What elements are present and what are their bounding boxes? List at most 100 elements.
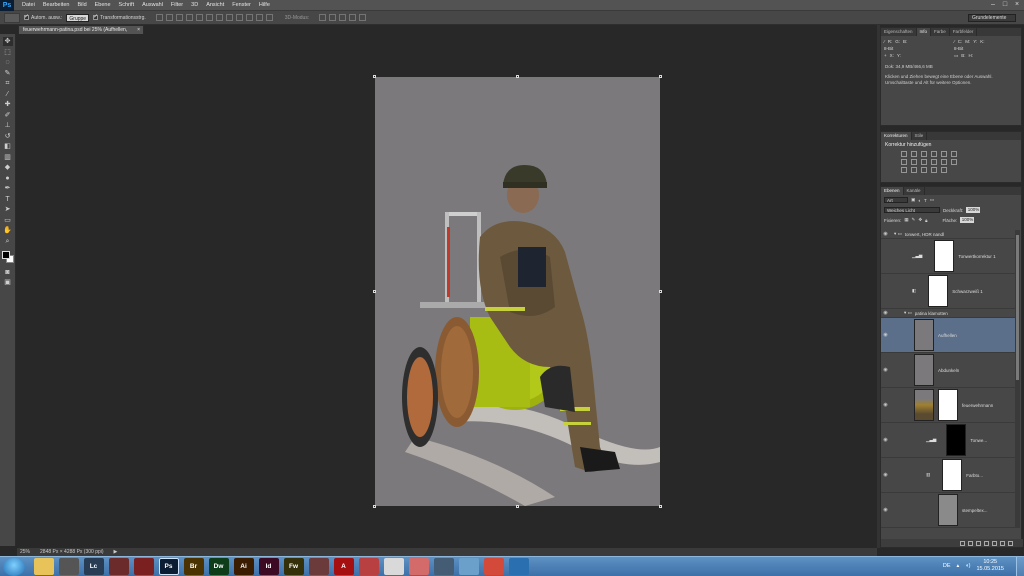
layer-style-icon[interactable] <box>968 540 973 546</box>
taskbar-lightroom-icon[interactable]: Lc <box>83 558 104 575</box>
taskbar-indesign-icon[interactable]: Id <box>258 558 279 575</box>
taskbar-explorer-icon[interactable] <box>33 558 54 575</box>
distribute-top-icon[interactable] <box>215 14 223 21</box>
add-mask-icon[interactable] <box>976 540 981 546</box>
distribute-vcenter-icon[interactable] <box>225 14 233 21</box>
balance-icon[interactable] <box>911 159 917 165</box>
layer-row[interactable]: ◉ ▥ Farbto... <box>881 458 1016 493</box>
layer-kind-filter[interactable]: Art <box>884 197 908 203</box>
pen-tool-icon[interactable]: ✒ <box>3 184 13 193</box>
dodge-tool-icon[interactable]: ● <box>3 174 13 183</box>
auto-select-dropdown[interactable]: Gruppe <box>66 13 90 22</box>
transform-handle-bl[interactable] <box>373 505 376 508</box>
lock-move-icon[interactable]: ✥ <box>918 217 922 223</box>
menu-file[interactable]: Datei <box>18 2 39 8</box>
layer-row[interactable]: ◉ ▾ ▭ tonwert, HDR nandl <box>881 230 1016 239</box>
visibility-eye-icon[interactable]: ◉ <box>881 231 890 237</box>
transform-handle-tl[interactable] <box>373 75 376 78</box>
taskbar-photoshop-icon[interactable]: Ps <box>158 558 179 575</box>
language-indicator[interactable]: DE <box>943 563 951 569</box>
visibility-eye-icon[interactable]: ◉ <box>881 310 890 316</box>
hue-icon[interactable] <box>901 159 907 165</box>
layer-row[interactable]: ◉ feuerwehrmann <box>881 388 1016 423</box>
trash-icon[interactable] <box>1008 540 1013 546</box>
minimize-icon[interactable]: – <box>988 1 998 9</box>
layer-row[interactable]: ▁▃▅ Tonwertkorrektur 1 <box>881 239 1016 274</box>
tab-color[interactable]: Farbe <box>931 28 950 36</box>
show-desktop-button[interactable] <box>1016 557 1024 576</box>
document-canvas[interactable] <box>373 75 662 508</box>
menu-filter[interactable]: Filter <box>167 2 187 8</box>
curves-icon[interactable] <box>921 151 927 157</box>
hand-tool-icon[interactable]: ✋ <box>3 226 13 235</box>
exposure-icon[interactable] <box>931 151 937 157</box>
taskbar-monitor-icon[interactable] <box>433 558 454 575</box>
taskbar-chrome-icon[interactable] <box>483 558 504 575</box>
taskbar-misc6-icon[interactable] <box>408 558 429 575</box>
visibility-eye-icon[interactable]: ◉ <box>881 402 890 408</box>
gradient-map-icon[interactable] <box>941 167 947 173</box>
align-left-icon[interactable] <box>185 14 193 21</box>
quick-select-tool-icon[interactable]: ✎ <box>3 69 13 78</box>
path-select-tool-icon[interactable]: ➤ <box>3 205 13 214</box>
distribute-right-icon[interactable] <box>265 14 273 21</box>
tab-close-icon[interactable]: × <box>137 26 140 34</box>
zoom-level[interactable]: 25% <box>20 549 30 555</box>
lookup-icon[interactable] <box>951 159 957 165</box>
brush-tool-icon[interactable]: ✐ <box>3 111 13 120</box>
lock-all-icon[interactable]: 🔒︎ <box>925 218 927 223</box>
visibility-eye-icon[interactable]: ◉ <box>881 367 890 373</box>
visibility-eye-icon[interactable]: ◉ <box>881 332 890 338</box>
clock[interactable]: 10:25 15.05.2015 <box>976 559 1004 573</box>
bw-icon[interactable] <box>921 159 927 165</box>
marquee-tool-icon[interactable]: ⬚ <box>3 48 13 57</box>
move-tool-icon[interactable]: ✥ <box>2 37 13 46</box>
menu-type[interactable]: Schrift <box>115 2 139 8</box>
menu-help[interactable]: Hilfe <box>255 2 274 8</box>
layer-row[interactable]: ◉ ▾ ▭ patina klamotten <box>881 309 1016 318</box>
canvas-area[interactable] <box>17 34 877 546</box>
vibrance-icon[interactable] <box>941 151 947 157</box>
gradient-tool-icon[interactable]: ▥ <box>3 153 13 162</box>
distribute-hcenter-icon[interactable] <box>255 14 263 21</box>
tab-styles[interactable]: Stile <box>912 132 928 140</box>
taskbar-misc4-icon[interactable] <box>308 558 329 575</box>
taskbar-illustrator-icon[interactable]: Ai <box>233 558 254 575</box>
transform-handle-bc[interactable] <box>516 505 519 508</box>
photo-filter-icon[interactable] <box>931 159 937 165</box>
layer-row[interactable]: ◉ ▁▃▅ Tonwe... <box>881 423 1016 458</box>
transform-handle-mr[interactable] <box>659 290 662 293</box>
screen-mode-icon[interactable]: ▣ <box>3 278 13 287</box>
distribute-bottom-icon[interactable] <box>235 14 243 21</box>
healing-tool-icon[interactable]: ✚ <box>3 100 13 109</box>
visibility-eye-icon[interactable]: ◉ <box>881 437 890 443</box>
align-vcenter-icon[interactable] <box>165 14 173 21</box>
3d-scale-icon[interactable] <box>359 14 367 21</box>
new-group-icon[interactable] <box>992 540 997 546</box>
tab-adjustments[interactable]: Korrekturen <box>881 132 912 140</box>
menu-view[interactable]: Ansicht <box>202 2 228 8</box>
eyedropper-tool-icon[interactable]: ⁄ <box>3 90 13 99</box>
new-layer-icon[interactable] <box>1000 540 1005 546</box>
taskbar-reader-icon[interactable] <box>383 558 404 575</box>
menu-edit[interactable]: Bearbeiten <box>39 2 74 8</box>
status-menu-arrow-icon[interactable]: ▶ <box>114 549 118 555</box>
link-layers-icon[interactable] <box>960 540 965 546</box>
blur-tool-icon[interactable]: ◆ <box>3 163 13 172</box>
scroll-thumb[interactable] <box>1016 235 1019 380</box>
layer-row-selected[interactable]: ◉ Aufhellen <box>881 318 1016 353</box>
quick-mask-icon[interactable]: ◙ <box>3 268 13 277</box>
align-right-icon[interactable] <box>205 14 213 21</box>
stamp-tool-icon[interactable]: ⊥ <box>3 121 13 130</box>
filter-shape-icon[interactable]: ▭ <box>930 197 934 203</box>
visibility-eye-icon[interactable]: ◉ <box>881 472 890 478</box>
brightness-icon[interactable] <box>901 151 907 157</box>
menu-window[interactable]: Fenster <box>228 2 255 8</box>
zoom-tool-icon[interactable]: ⌕ <box>3 237 13 246</box>
align-bottom-icon[interactable] <box>175 14 183 21</box>
posterize-icon[interactable] <box>911 167 917 173</box>
tab-swatches[interactable]: Farbfelder <box>950 28 978 36</box>
taskbar-misc2-icon[interactable] <box>108 558 129 575</box>
filter-adjust-icon[interactable]: ◐ <box>918 198 921 203</box>
mixer-icon[interactable] <box>941 159 947 165</box>
